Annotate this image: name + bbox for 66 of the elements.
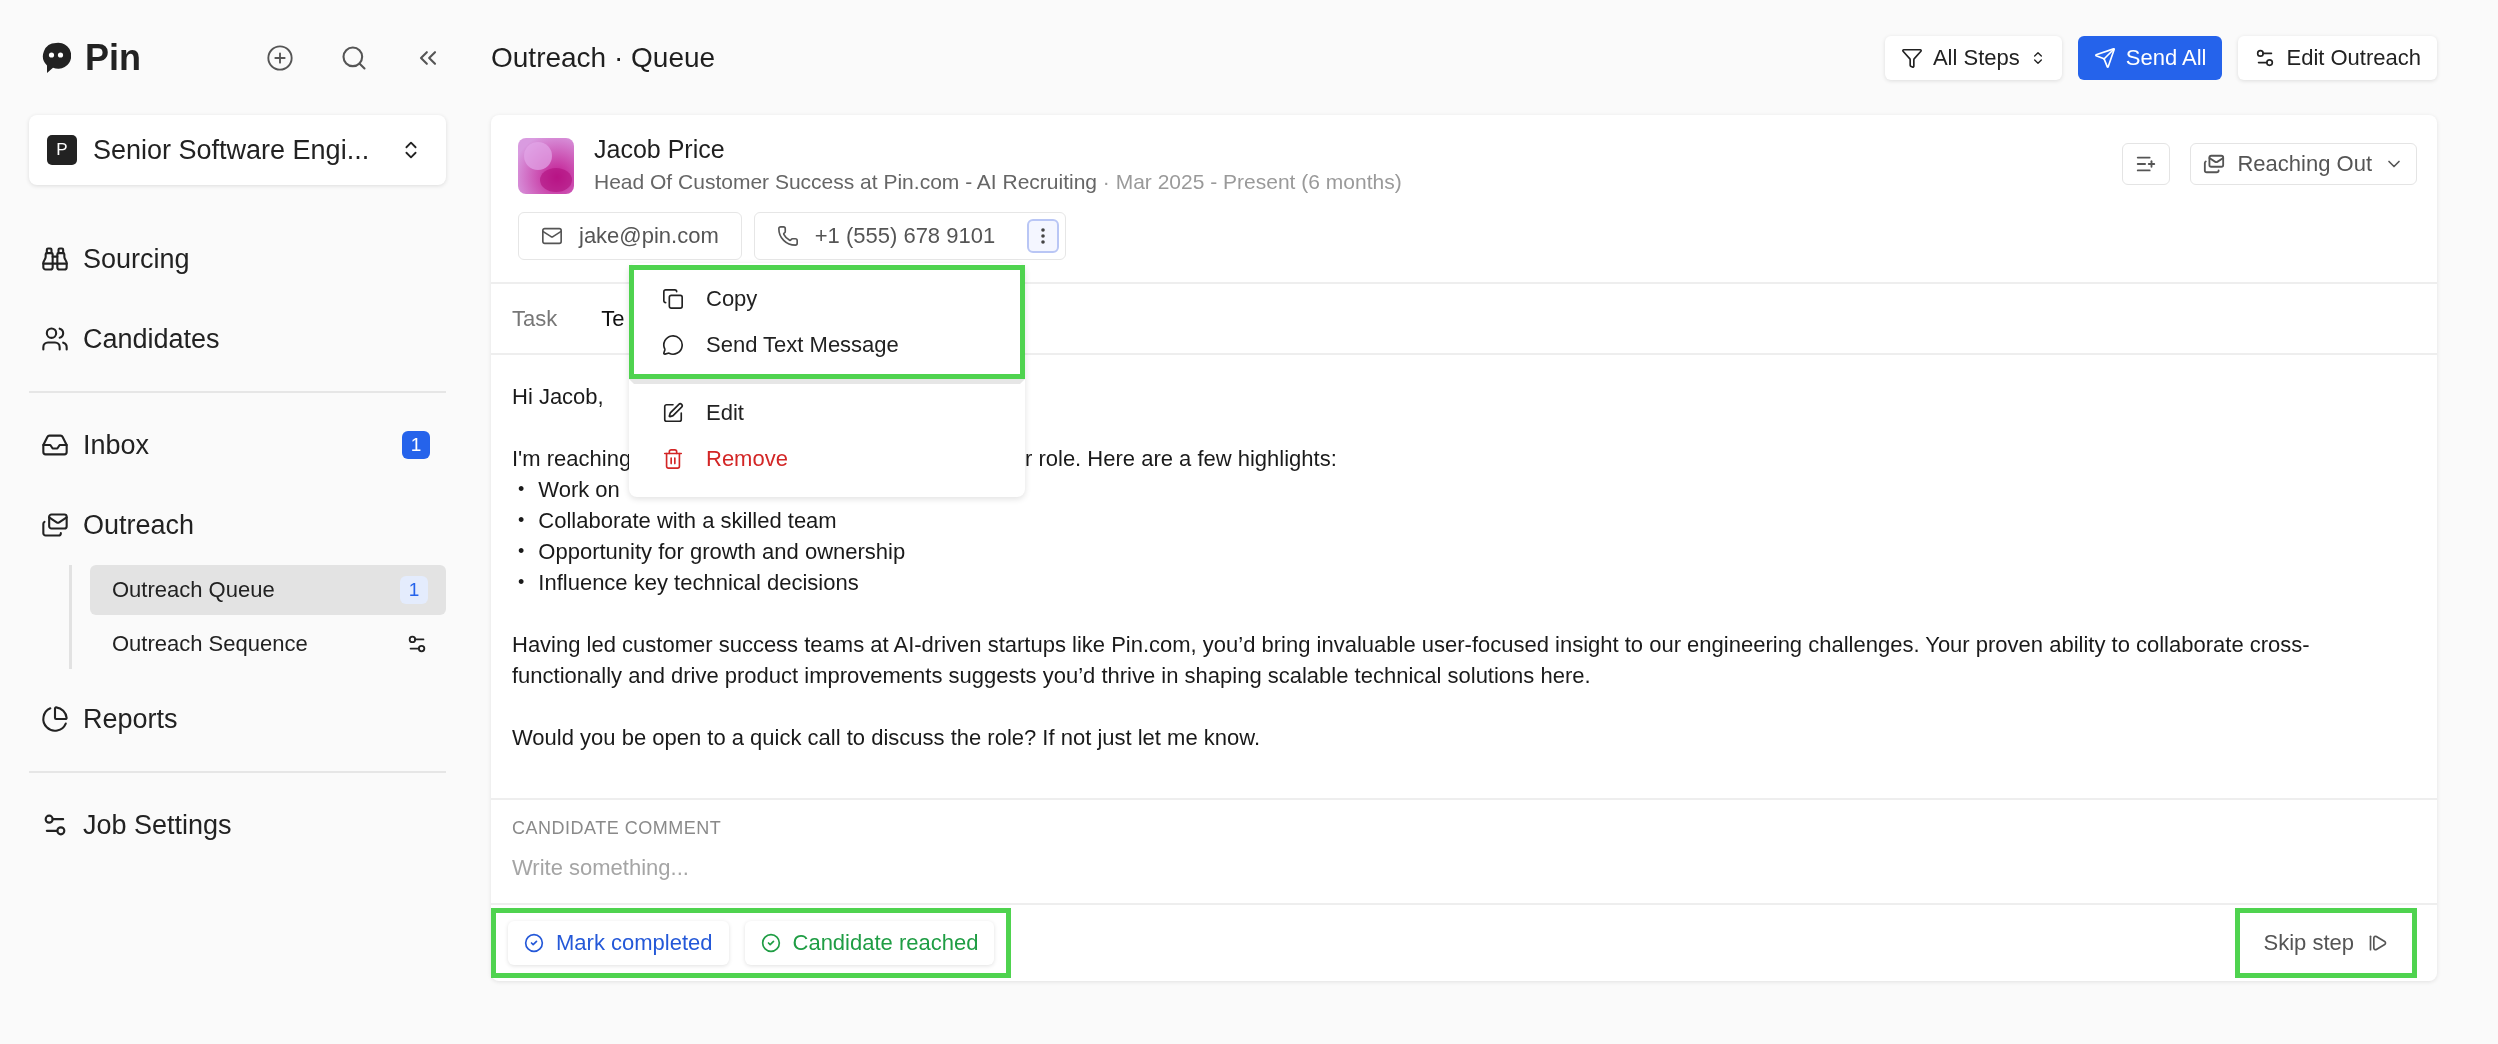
plus-circle-icon — [266, 43, 294, 72]
more-icon — [1041, 228, 1046, 244]
bullet-item: Opportunity for growth and ownership — [538, 538, 906, 566]
menu-item[interactable]: Send Text Message — [634, 322, 1020, 368]
nav-item[interactable]: Sourcing — [29, 219, 446, 299]
bullet-item: Influence key technical decisions — [538, 569, 859, 597]
menu-item[interactable]: Copy — [634, 276, 1020, 322]
nav-item[interactable]: Inbox 1 — [29, 405, 446, 485]
candidate-name: Jacob Price — [594, 135, 726, 164]
list-add-button[interactable] — [2122, 143, 2171, 185]
nav-subitem[interactable]: Outreach Sequence — [90, 619, 446, 669]
filter-icon — [1900, 46, 1923, 69]
users-icon — [41, 325, 69, 353]
candidate-role: Head Of Customer Success at Pin.com - AI Recruiting · Mar 2025 - Present (6 months) — [594, 170, 1403, 194]
logo-icon — [41, 40, 71, 75]
contact-chip[interactable]: +1 (555) 678 9101 — [753, 212, 1067, 260]
page-title: Outreach · Queue — [491, 41, 717, 74]
job-avatar: P — [47, 135, 77, 165]
mail-stack-icon — [2203, 153, 2226, 175]
menu-item[interactable]: Edit — [634, 390, 1020, 436]
comment-label: CANDIDATE COMMENT — [512, 818, 723, 839]
count-badge: 1 — [400, 576, 428, 604]
message-paragraph: Would you be open to a quick call to discuss the role? If not just let me know. — [512, 724, 1261, 752]
nav-item[interactable]: Job Settings — [29, 785, 446, 865]
app-logo: Pin — [85, 36, 142, 79]
tab[interactable]: Te — [601, 305, 625, 332]
search-icon — [340, 43, 368, 72]
more-button[interactable] — [1027, 219, 1060, 253]
sliders-icon — [406, 633, 428, 655]
bullet-item: Work on — [538, 476, 620, 504]
bullet-mark: • — [518, 540, 525, 563]
count-badge: 1 — [402, 431, 430, 459]
binoculars-icon — [41, 245, 69, 273]
nav-item[interactable]: Outreach — [29, 485, 446, 565]
copy-icon — [662, 288, 684, 310]
bullet-mark: • — [518, 571, 525, 594]
chat-bubble-icon — [662, 334, 684, 356]
status-dropdown[interactable]: Reaching Out — [2190, 143, 2417, 185]
phone-icon — [776, 225, 799, 247]
check-circle-icon — [524, 933, 544, 953]
trash-icon — [662, 448, 684, 470]
nav-item[interactable]: Reports — [29, 679, 446, 759]
job-selector[interactable]: P Senior Software Engi... — [29, 115, 446, 185]
mail-icon — [541, 225, 563, 247]
pie-chart-icon — [41, 705, 69, 733]
message-text: I'm reaching — [512, 445, 632, 473]
nav-item[interactable]: Candidates — [29, 299, 446, 379]
header-button[interactable]: All Steps — [1884, 35, 2062, 80]
header-button[interactable]: Edit Outreach — [2238, 35, 2437, 80]
menu-item[interactable]: Remove — [634, 436, 1020, 482]
action-button[interactable]: Candidate reached — [744, 921, 995, 965]
send-icon — [2093, 46, 2116, 69]
bullet-mark: • — [518, 478, 525, 501]
bullet-mark: • — [518, 509, 525, 532]
message-text: r role. Here are a few highlights: — [1025, 445, 1337, 473]
contact-chip[interactable]: jake@pin.com — [518, 212, 742, 260]
mail-stack-icon — [41, 511, 69, 539]
step-forward-icon — [2368, 933, 2388, 953]
nav-subitem[interactable]: Outreach Queue 1 — [90, 565, 446, 615]
bullet-item: Collaborate with a skilled team — [538, 507, 837, 535]
tab[interactable]: Task — [512, 305, 558, 332]
header-button[interactable]: Send All — [2077, 35, 2223, 80]
check-circle-icon — [760, 933, 781, 953]
edit-icon — [662, 402, 684, 424]
message-paragraph: Having led customer success teams at AI-driven startups like Pin.com, you’d bring invaluable user-focused insight to our engineering challenges. Your proven ability to collaborate cross-functionally and drive product improvements suggests you’d thrive in shaping scalable technical solutions here. — [512, 631, 2311, 690]
action-button[interactable]: Mark completed — [508, 921, 729, 965]
